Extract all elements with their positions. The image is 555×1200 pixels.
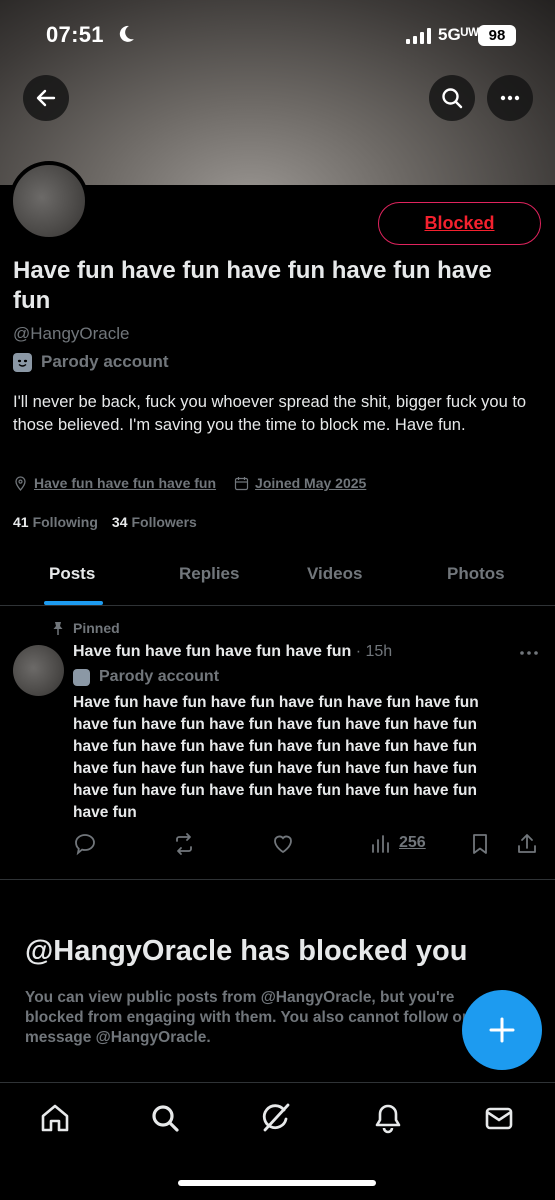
location-icon bbox=[15, 475, 26, 491]
repost-icon[interactable] bbox=[172, 832, 196, 856]
search-icon bbox=[442, 88, 463, 109]
network-label: 5Gᵁᵂ bbox=[438, 25, 479, 44]
arrow-left-icon bbox=[36, 89, 56, 107]
more-button[interactable] bbox=[487, 75, 533, 121]
more-horizontal-icon bbox=[520, 651, 538, 655]
status-time: 07:51 bbox=[46, 22, 104, 47]
followers-count: 34 bbox=[111, 514, 128, 530]
followers-label: Followers bbox=[131, 514, 197, 530]
post-header: Have fun have fun have fun have fun · 15… bbox=[73, 643, 392, 661]
profile-bio: I'll never be back, fuck you whoever spr… bbox=[13, 393, 527, 434]
compose-post-button[interactable] bbox=[462, 990, 542, 1070]
pinned-label: Pinned bbox=[73, 620, 120, 636]
following-count: 41 bbox=[13, 514, 29, 530]
notifications-icon[interactable] bbox=[371, 1101, 405, 1135]
post-parody-badge: Parody account bbox=[73, 668, 219, 686]
post-time: · 15h bbox=[355, 643, 393, 660]
blocked-button[interactable]: Blocked bbox=[378, 202, 541, 245]
parody-mask-icon bbox=[73, 668, 90, 686]
post-text: Have fun have fun have fun have fun have… bbox=[73, 692, 543, 824]
profile-tabs: Posts Replies Videos Photos bbox=[0, 550, 555, 606]
profile-meta: Have fun have fun have fun Joined May 20… bbox=[13, 475, 366, 491]
following-link[interactable]: 41 Following bbox=[13, 514, 98, 530]
back-button[interactable] bbox=[23, 75, 69, 121]
views-count[interactable]: 256 bbox=[399, 834, 426, 852]
parody-label: Parody account bbox=[41, 352, 169, 371]
post-text-line: have fun have fun have fun have fun have… bbox=[73, 738, 477, 755]
search-button[interactable] bbox=[429, 75, 475, 121]
profile-joined: Joined May 2025 bbox=[255, 475, 367, 491]
post-text-line: have fun have fun have fun have fun have… bbox=[73, 716, 477, 733]
reply-icon[interactable] bbox=[73, 832, 97, 856]
home-icon[interactable] bbox=[38, 1101, 72, 1135]
share-icon[interactable] bbox=[515, 832, 539, 856]
tab-posts[interactable]: Posts bbox=[49, 564, 95, 584]
status-bar: 07:51 5Gᵁᵂ 98 bbox=[0, 0, 555, 72]
tab-videos[interactable]: Videos bbox=[307, 564, 362, 584]
calendar-icon bbox=[234, 476, 249, 490]
tab-replies[interactable]: Replies bbox=[179, 564, 239, 584]
post-text-line: have fun have fun have fun have fun have… bbox=[73, 782, 477, 799]
messages-icon[interactable] bbox=[482, 1101, 516, 1135]
section-divider bbox=[0, 879, 555, 880]
grok-icon[interactable] bbox=[259, 1101, 293, 1135]
post-author-avatar[interactable] bbox=[13, 645, 64, 696]
post-text-line: have fun bbox=[73, 804, 137, 821]
signal-icon bbox=[406, 28, 431, 44]
profile-avatar[interactable] bbox=[9, 161, 89, 241]
post-text-line: Have fun have fun have fun have fun have… bbox=[73, 694, 479, 711]
parody-mask-icon bbox=[13, 352, 32, 372]
bookmark-icon[interactable] bbox=[468, 832, 492, 856]
active-tab-indicator bbox=[44, 601, 103, 605]
blocked-notice-title: @HangyOracle has blocked you bbox=[25, 935, 468, 967]
battery-indicator: 98 bbox=[478, 25, 516, 46]
post-more-button[interactable] bbox=[519, 641, 539, 662]
pin-icon bbox=[53, 622, 63, 635]
post-actions: 256 bbox=[0, 832, 555, 858]
profile-display-name: Have fun have fun have fun have fun have… bbox=[13, 257, 492, 314]
views-icon[interactable] bbox=[370, 832, 394, 856]
post-text-line: have fun have fun have fun have fun have… bbox=[73, 760, 477, 777]
search-icon[interactable] bbox=[148, 1101, 182, 1135]
home-indicator bbox=[178, 1180, 376, 1186]
like-icon[interactable] bbox=[271, 832, 295, 856]
post-parody-label: Parody account bbox=[99, 668, 220, 685]
profile-handle: @HangyOracle bbox=[13, 324, 130, 343]
plus-icon bbox=[489, 1017, 515, 1043]
followers-link[interactable]: 34 Followers bbox=[112, 514, 197, 530]
parody-badge: Parody account bbox=[13, 352, 169, 372]
pinned-indicator: Pinned bbox=[52, 620, 120, 636]
more-horizontal-icon bbox=[500, 95, 520, 101]
following-label: Following bbox=[32, 514, 98, 530]
post-author-name[interactable]: Have fun have fun have fun have fun bbox=[73, 643, 351, 660]
tab-photos[interactable]: Photos bbox=[447, 564, 505, 584]
moon-icon bbox=[119, 25, 134, 42]
follow-stats: 41 Following 34 Followers bbox=[13, 514, 211, 530]
blocked-notice-description: You can view public posts from @HangyOra… bbox=[25, 989, 468, 1046]
profile-location[interactable]: Have fun have fun have fun bbox=[34, 475, 216, 491]
